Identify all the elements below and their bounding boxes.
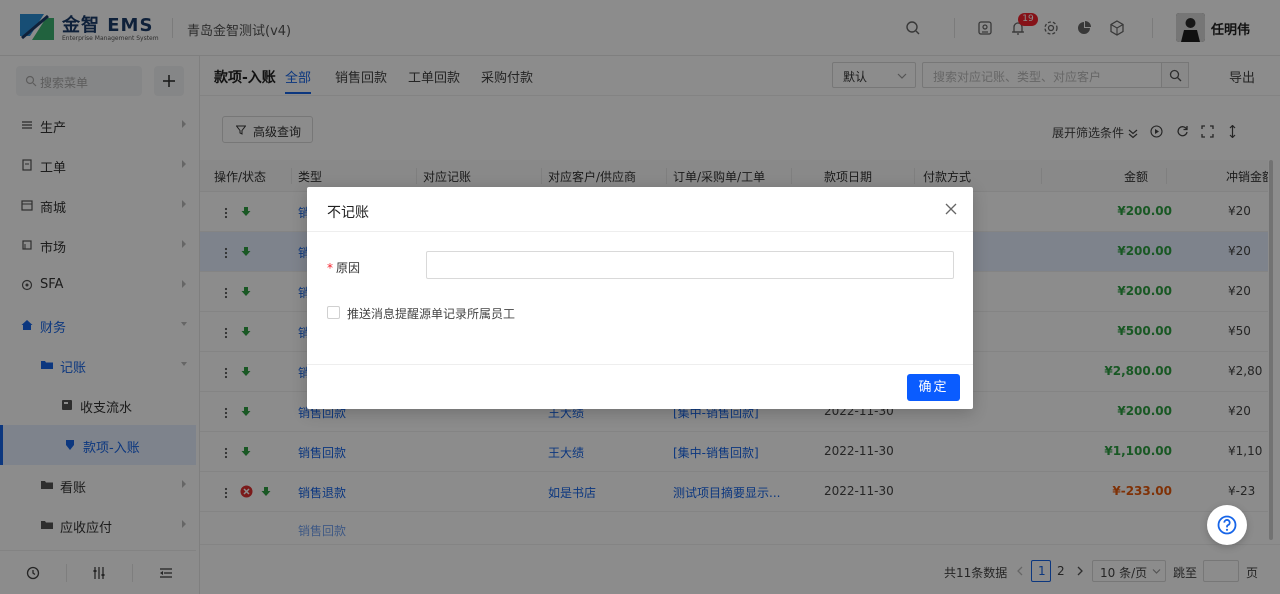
close-icon[interactable] (945, 203, 957, 215)
notify-checkbox[interactable] (327, 306, 340, 319)
required-marker: * (327, 261, 333, 275)
dialog-title: 不记账 (327, 205, 369, 221)
help-button[interactable] (1207, 505, 1247, 545)
divider (307, 231, 973, 232)
reason-input[interactable] (426, 251, 954, 279)
confirm-button[interactable]: 确定 (907, 374, 960, 401)
divider (307, 364, 973, 365)
no-bookkeeping-dialog: 不记账 * 原因 推送消息提醒源单记录所属员工 确定 (307, 187, 973, 409)
reason-label: 原因 (336, 261, 361, 275)
help-icon (1217, 515, 1237, 535)
notify-checkbox-label[interactable]: 推送消息提醒源单记录所属员工 (347, 305, 515, 322)
